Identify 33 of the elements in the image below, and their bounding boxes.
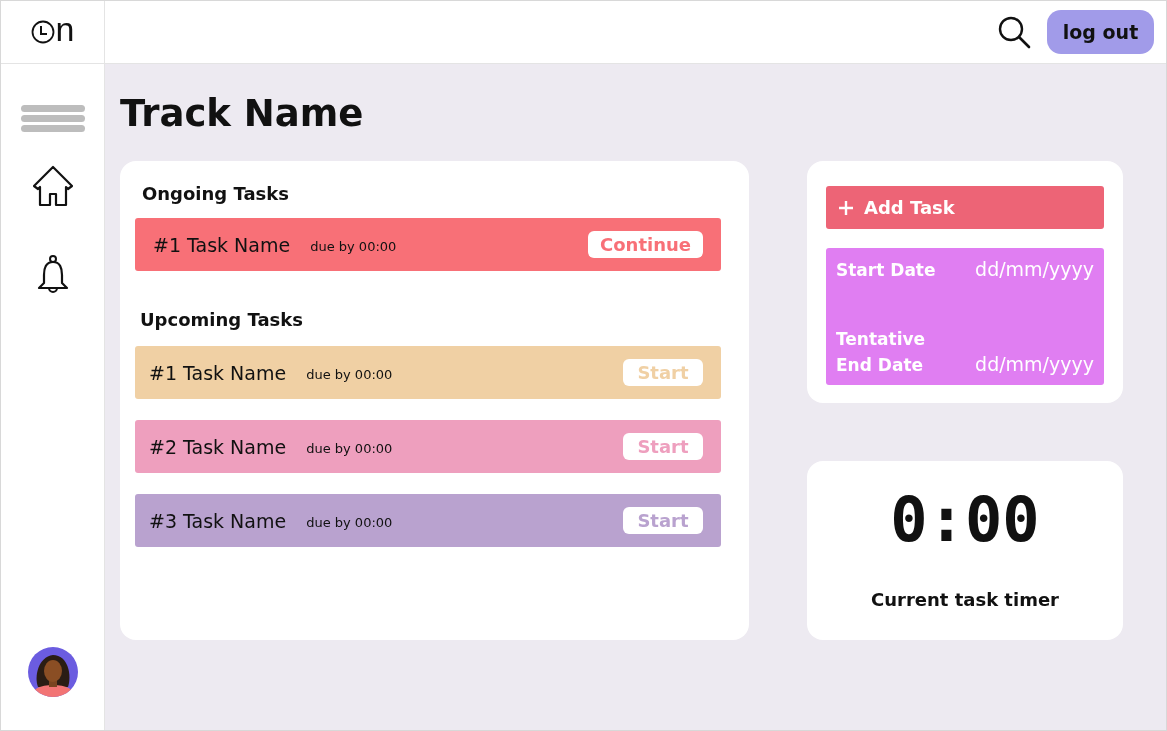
task-due: due by 00:00 bbox=[310, 239, 397, 254]
task-due: due by 00:00 bbox=[306, 515, 393, 530]
start-date-field[interactable]: dd/mm/yyyy bbox=[975, 258, 1094, 280]
search-icon[interactable] bbox=[997, 15, 1031, 49]
task-row[interactable]: #1 Task Name due by 00:00 Continue bbox=[135, 218, 721, 271]
task-due: due by 00:00 bbox=[306, 441, 393, 456]
plus-icon bbox=[838, 199, 854, 216]
start-date-label: Start Date bbox=[836, 260, 936, 280]
home-icon[interactable] bbox=[30, 164, 75, 208]
task-name: #1 Task Name bbox=[153, 233, 291, 256]
task-row[interactable]: #3 Task Name due by 00:00 Start bbox=[135, 494, 721, 547]
clock-icon bbox=[30, 20, 55, 44]
task-name: #3 Task Name bbox=[149, 509, 287, 532]
task-row[interactable]: #1 Task Name due by 00:00 Start bbox=[135, 346, 721, 399]
task-row[interactable]: #2 Task Name due by 00:00 Start bbox=[135, 420, 721, 473]
end-date-field[interactable]: dd/mm/yyyy bbox=[975, 353, 1094, 375]
logout-button[interactable]: log out bbox=[1047, 10, 1154, 54]
start-button[interactable]: Start bbox=[623, 507, 703, 534]
logo-text: n bbox=[55, 12, 75, 46]
end-date-label: Tentative bbox=[836, 329, 926, 349]
task-due: due by 00:00 bbox=[306, 367, 393, 382]
page-title: Track Name bbox=[120, 92, 365, 135]
end-date-label: End Date bbox=[836, 355, 925, 375]
avatar[interactable] bbox=[27, 647, 78, 697]
section-heading: Ongoing Tasks bbox=[142, 183, 290, 204]
task-name: #2 Task Name bbox=[149, 435, 287, 458]
add-task-button[interactable]: Add Task bbox=[826, 186, 1104, 229]
task-name: #1 Task Name bbox=[149, 361, 287, 384]
start-button[interactable]: Start bbox=[623, 433, 703, 460]
section-heading: Upcoming Tasks bbox=[140, 309, 304, 330]
continue-button[interactable]: Continue bbox=[588, 231, 703, 258]
timer-display: 0:00 bbox=[890, 489, 1040, 551]
timer-caption: Current task timer bbox=[871, 589, 1059, 610]
